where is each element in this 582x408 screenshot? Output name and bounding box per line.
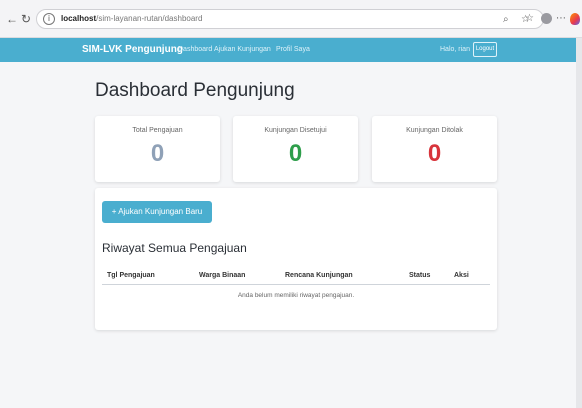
stat-label: Total Pengajuan (132, 127, 183, 134)
stat-card-total-pengajuan: Total Pengajuan 0 (95, 116, 220, 182)
collections-icon[interactable]: ☆ (525, 12, 534, 26)
column-header-status: Status (409, 272, 431, 279)
url-path: /sim-layanan-rutan/dashboard (96, 14, 203, 23)
page-body: Dashboard Pengunjung Total Pengajuan 0 K… (0, 62, 582, 408)
nav-dashboard[interactable]: Dashboard (178, 45, 212, 55)
history-title: Riwayat Semua Pengajuan (102, 241, 247, 255)
empty-table-message: Anda belum memiliki riwayat pengajuan. (237, 292, 355, 299)
browser-extension-icon[interactable] (570, 13, 580, 25)
reload-icon[interactable]: ↻ (21, 12, 31, 26)
nav-profil-saya[interactable]: Profil Saya (276, 45, 310, 55)
url-host: localhost (61, 14, 97, 23)
column-header-rencana-kunjungan: Rencana Kunjungan (285, 272, 353, 279)
nav-ajukan-kunjungan[interactable]: Ajukan Kunjungan (214, 45, 271, 55)
more-icon[interactable]: ⋯ (556, 12, 566, 26)
stat-label: Kunjungan Ditolak (406, 127, 463, 134)
stat-value: 0 (150, 140, 165, 167)
stat-label: Kunjungan Disetujui (264, 127, 327, 134)
back-arrow-icon[interactable]: ← (6, 12, 18, 26)
url-text[interactable]: localhost/sim-layanan-rutan/dashboard (61, 13, 202, 25)
profile-avatar-icon[interactable] (541, 13, 552, 24)
app-navbar: SIM-LVK Pengunjung Dashboard Ajukan Kunj… (0, 38, 582, 62)
stat-card-kunjungan-disetujui: Kunjungan Disetujui 0 (233, 116, 358, 182)
logout-button[interactable]: Logout (473, 42, 497, 57)
info-icon[interactable]: i (43, 13, 55, 25)
address-bar[interactable]: i localhost/sim-layanan-rutan/dashboard … (36, 9, 544, 29)
history-panel: + Ajukan Kunjungan Baru Riwayat Semua Pe… (95, 188, 497, 330)
add-visit-button[interactable]: + Ajukan Kunjungan Baru (102, 201, 212, 223)
stat-card-kunjungan-ditolak: Kunjungan Ditolak 0 (372, 116, 497, 182)
stat-value: 0 (288, 140, 303, 167)
stat-value: 0 (427, 140, 442, 167)
column-header-warga-binaan: Warga Binaan (199, 272, 246, 279)
browser-toolbar: ← ↻ i localhost/sim-layanan-rutan/dashbo… (0, 0, 582, 38)
zoom-icon[interactable]: ⌕ (503, 13, 509, 27)
column-header-aksi: Aksi (454, 272, 469, 279)
column-header-tgl-pengajuan: Tgl Pengajuan (107, 272, 155, 279)
window-frame-edge (576, 38, 582, 408)
table-divider (102, 284, 490, 285)
brand-link[interactable]: SIM-LVK Pengunjung (82, 43, 183, 57)
user-greeting: Halo, rian (440, 46, 470, 53)
page-title: Dashboard Pengunjung (95, 80, 295, 101)
